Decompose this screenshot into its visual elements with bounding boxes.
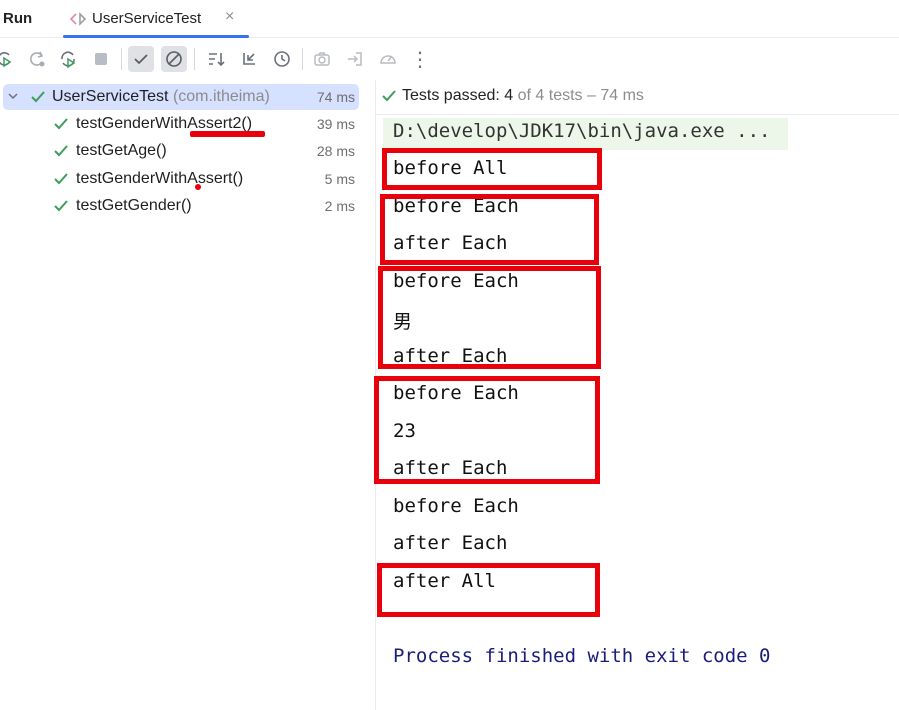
annotation-box bbox=[380, 194, 599, 265]
test-duration: 28 ms bbox=[316, 143, 355, 159]
annotation-dot bbox=[195, 184, 201, 190]
toolbar-separator bbox=[194, 48, 195, 70]
annotation-box bbox=[377, 563, 600, 617]
console-line: after Each bbox=[393, 532, 508, 554]
annotation-box bbox=[378, 266, 601, 369]
history-icon[interactable] bbox=[269, 46, 295, 72]
test-duration: 39 ms bbox=[316, 116, 355, 132]
tree-root-userservicetest[interactable]: UserServiceTest (com.itheima) 74 ms bbox=[3, 84, 359, 110]
passed-check-icon bbox=[381, 88, 397, 109]
console-output[interactable]: D:\develop\JDK17\bin\java.exe ... before… bbox=[374, 115, 899, 710]
passed-check-icon bbox=[30, 89, 46, 110]
test-method-name: testGetGender() bbox=[76, 197, 192, 214]
show-passed-icon[interactable] bbox=[128, 46, 154, 72]
test-tree: UserServiceTest (com.itheima) 74 ms test… bbox=[0, 80, 376, 710]
tab-userservicetest[interactable]: UserServiceTest × bbox=[63, 0, 249, 38]
console-command-line[interactable]: D:\develop\JDK17\bin\java.exe ... bbox=[393, 120, 771, 142]
run-toolbar: ⋮ bbox=[0, 38, 899, 80]
console-line: before Each bbox=[393, 495, 519, 517]
test-method-name: testGenderWithAssert() bbox=[76, 170, 244, 187]
console-process-exit: Process finished with exit code 0 bbox=[393, 645, 771, 667]
test-duration: 2 ms bbox=[324, 198, 355, 214]
close-icon[interactable]: × bbox=[225, 8, 234, 26]
annotation-underline bbox=[190, 131, 265, 137]
coverage-icon[interactable] bbox=[375, 46, 401, 72]
show-ignored-icon[interactable] bbox=[161, 46, 187, 72]
annotation-box bbox=[382, 148, 602, 190]
passed-check-icon bbox=[53, 198, 69, 219]
run-config-icon bbox=[68, 11, 90, 27]
tool-window-title: Run bbox=[3, 10, 33, 27]
collapse-icon[interactable] bbox=[236, 46, 262, 72]
export-icon[interactable] bbox=[342, 46, 368, 72]
test-method-name: testGetAge() bbox=[76, 142, 167, 159]
toolbar-separator bbox=[302, 48, 303, 70]
passed-check-icon bbox=[53, 171, 69, 192]
rerun-icon[interactable] bbox=[0, 46, 18, 72]
rerun-failed-icon[interactable] bbox=[24, 46, 50, 72]
tree-item-test[interactable]: testGenderWithAssert() 5 ms bbox=[3, 166, 359, 192]
screenshot-icon[interactable] bbox=[309, 46, 335, 72]
passed-check-icon bbox=[53, 116, 69, 137]
status-passed-count: 4 bbox=[504, 87, 514, 104]
status-suffix: of 4 tests – 74 ms bbox=[513, 87, 644, 104]
toolbar-separator bbox=[121, 48, 122, 70]
test-class-name: UserServiceTest bbox=[52, 88, 169, 105]
tree-item-test[interactable]: testGetAge() 28 ms bbox=[3, 138, 359, 164]
sort-icon[interactable] bbox=[203, 46, 229, 72]
tree-item-test[interactable]: testGenderWithAssert2() 39 ms bbox=[3, 111, 359, 137]
test-duration: 5 ms bbox=[324, 171, 355, 187]
annotation-box bbox=[374, 376, 600, 484]
chevron-down-icon[interactable] bbox=[6, 89, 20, 108]
tab-title: UserServiceTest bbox=[92, 10, 202, 27]
stop-icon[interactable] bbox=[88, 46, 114, 72]
tool-window-header: Run UserServiceTest × bbox=[0, 0, 899, 38]
toggle-autotest-icon[interactable] bbox=[55, 46, 81, 72]
tree-item-test[interactable]: testGetGender() 2 ms bbox=[3, 193, 359, 219]
test-duration: 74 ms bbox=[316, 89, 355, 105]
status-summary: Tests passed: 4 of 4 tests – 74 ms bbox=[402, 87, 644, 105]
test-status-bar: Tests passed: 4 of 4 tests – 74 ms bbox=[376, 80, 899, 115]
status-prefix: Tests passed: bbox=[402, 87, 505, 104]
more-icon[interactable]: ⋮ bbox=[407, 46, 433, 72]
test-class-package: (com.itheima) bbox=[172, 88, 270, 105]
passed-check-icon bbox=[53, 143, 69, 164]
